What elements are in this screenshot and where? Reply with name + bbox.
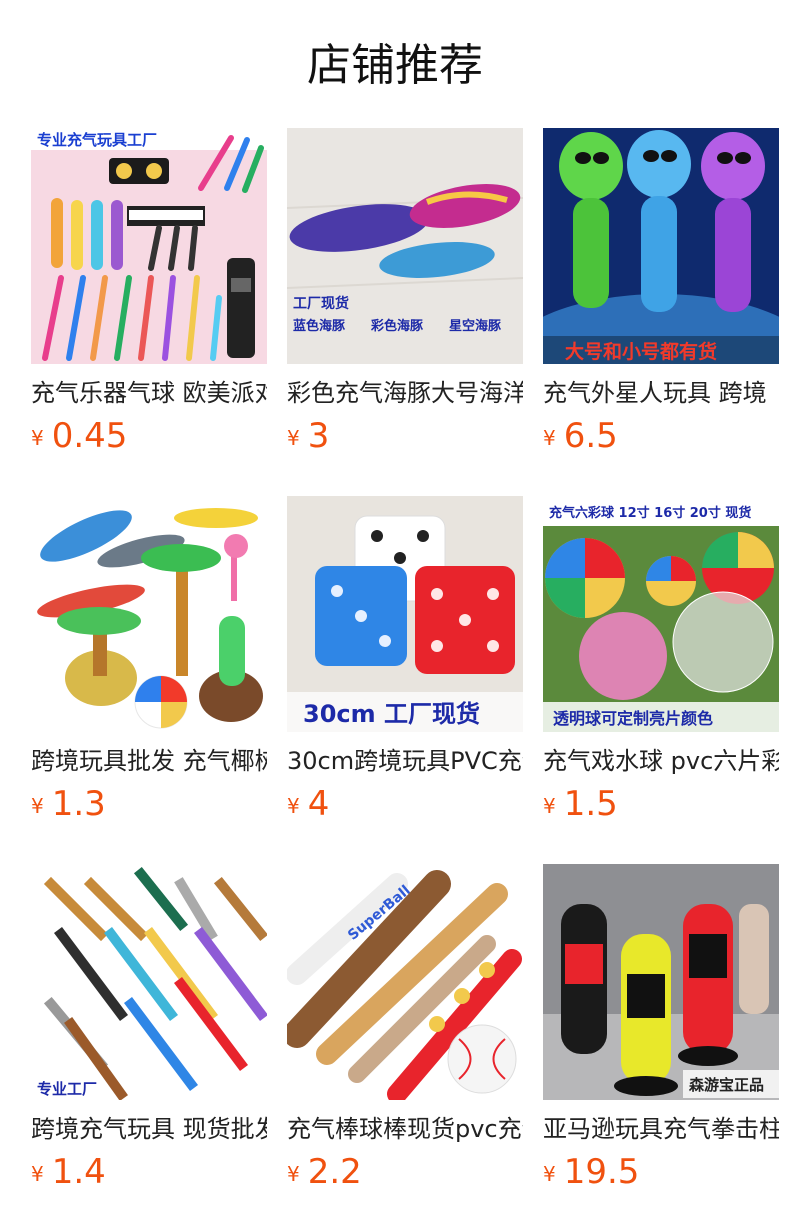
price-value: 0.45 bbox=[51, 416, 128, 456]
price-value: 3 bbox=[307, 416, 330, 456]
product-card[interactable]: 专业充气玩具工厂 充气乐器气球 欧美派对 ¥ 0.45 bbox=[31, 128, 267, 464]
svg-text:充气六彩球 12寸 16寸 20寸 现货: 充气六彩球 12寸 16寸 20寸 现货 bbox=[549, 505, 751, 521]
product-name[interactable]: 跨境玩具批发 充气椰树 bbox=[31, 744, 267, 778]
currency-symbol: ¥ bbox=[31, 1162, 44, 1186]
product-price: ¥3 bbox=[287, 414, 523, 464]
product-grid: 专业充气玩具工厂 充气乐器气球 欧美派对 ¥ 0.45 工厂现货 蓝色海豚 彩色… bbox=[0, 0, 790, 1232]
product-price: ¥1.3 bbox=[31, 782, 267, 832]
currency-symbol: ¥ bbox=[287, 426, 300, 450]
price-value: 2.2 bbox=[307, 1152, 362, 1192]
svg-text:大号和小号都有货: 大号和小号都有货 bbox=[565, 340, 717, 363]
punching-bags-image: 森游宝正品 bbox=[543, 864, 779, 1100]
swords-image: 专业工厂 bbox=[31, 864, 267, 1100]
product-card[interactable]: 大号和小号都有货 充气外星人玩具 跨境 ¥6.5 bbox=[543, 128, 779, 464]
aliens-image: 大号和小号都有货 bbox=[543, 128, 779, 364]
product-image[interactable]: SuperBall bbox=[287, 864, 523, 1100]
product-card[interactable]: 跨境玩具批发 充气椰树 ¥1.3 bbox=[31, 496, 267, 832]
price-value: 19.5 bbox=[563, 1152, 640, 1192]
product-image[interactable]: 工厂现货 蓝色海豚 彩色海豚 星空海豚 bbox=[287, 128, 523, 364]
price-value: 6.5 bbox=[563, 416, 618, 456]
product-name[interactable]: 30cm跨境玩具PVC充气 bbox=[287, 744, 523, 778]
dolphins-image: 工厂现货 蓝色海豚 彩色海豚 星空海豚 bbox=[287, 128, 523, 364]
currency-symbol: ¥ bbox=[543, 794, 556, 818]
svg-text:透明球可定制亮片颜色: 透明球可定制亮片颜色 bbox=[553, 709, 713, 728]
currency-symbol: ¥ bbox=[31, 794, 44, 818]
product-card[interactable]: SuperBall 充气棒球棒现货pvc充气 ¥2.2 bbox=[287, 864, 523, 1200]
svg-text:蓝色海豚: 蓝色海豚 bbox=[293, 318, 346, 334]
product-image[interactable]: 充气六彩球 12寸 16寸 20寸 现货 透明球可定制亮片颜色 bbox=[543, 496, 779, 732]
instruments-image: 专业充气玩具工厂 bbox=[31, 128, 267, 364]
product-image[interactable]: 森游宝正品 bbox=[543, 864, 779, 1100]
currency-symbol: ¥ bbox=[287, 794, 300, 818]
product-card[interactable]: 30cm 工厂现货 30cm跨境玩具PVC充气 ¥4 bbox=[287, 496, 523, 832]
product-image[interactable]: 专业工厂 bbox=[31, 864, 267, 1100]
product-price: ¥1.4 bbox=[31, 1150, 267, 1200]
product-name[interactable]: 亚马逊玩具充气拳击柱 bbox=[543, 1112, 779, 1146]
svg-text:星空海豚: 星空海豚 bbox=[449, 318, 502, 334]
price-value: 1.3 bbox=[51, 784, 106, 824]
product-image[interactable] bbox=[31, 496, 267, 732]
beach-balls-image: 充气六彩球 12寸 16寸 20寸 现货 透明球可定制亮片颜色 bbox=[543, 496, 779, 732]
currency-symbol: ¥ bbox=[31, 426, 44, 450]
product-price: ¥2.2 bbox=[287, 1150, 523, 1200]
svg-text:专业充气玩具工厂: 专业充气玩具工厂 bbox=[37, 131, 157, 149]
product-card[interactable]: 工厂现货 蓝色海豚 彩色海豚 星空海豚 彩色充气海豚大号海洋 ¥3 bbox=[287, 128, 523, 464]
product-image[interactable]: 大号和小号都有货 bbox=[543, 128, 779, 364]
svg-text:森游宝正品: 森游宝正品 bbox=[689, 1076, 764, 1094]
product-name[interactable]: 跨境充气玩具 现货批发 bbox=[31, 1112, 267, 1146]
product-card[interactable]: 专业工厂 跨境充气玩具 现货批发 ¥1.4 bbox=[31, 864, 267, 1200]
product-name[interactable]: 充气棒球棒现货pvc充气 bbox=[287, 1112, 523, 1146]
tropical-toys-image bbox=[31, 496, 267, 732]
product-price: ¥6.5 bbox=[543, 414, 779, 464]
price-value: 4 bbox=[307, 784, 330, 824]
price-value: 1.4 bbox=[51, 1152, 106, 1192]
svg-text:专业工厂: 专业工厂 bbox=[37, 1080, 97, 1098]
product-price: ¥4 bbox=[287, 782, 523, 832]
product-image[interactable]: 30cm 工厂现货 bbox=[287, 496, 523, 732]
currency-symbol: ¥ bbox=[543, 1162, 556, 1186]
product-price: ¥1.5 bbox=[543, 782, 779, 832]
product-card[interactable]: 森游宝正品 亚马逊玩具充气拳击柱 ¥19.5 bbox=[543, 864, 779, 1200]
currency-symbol: ¥ bbox=[287, 1162, 300, 1186]
product-card[interactable]: 充气六彩球 12寸 16寸 20寸 现货 透明球可定制亮片颜色 充气戏水球 pv… bbox=[543, 496, 779, 832]
product-name[interactable]: 充气外星人玩具 跨境 bbox=[543, 376, 779, 410]
currency-symbol: ¥ bbox=[543, 426, 556, 450]
baseball-bats-image: SuperBall bbox=[287, 864, 523, 1100]
svg-text:工厂现货: 工厂现货 bbox=[293, 295, 349, 312]
product-name[interactable]: 充气乐器气球 欧美派对 bbox=[31, 376, 267, 410]
product-name[interactable]: 充气戏水球 pvc六片彩 bbox=[543, 744, 779, 778]
product-name[interactable]: 彩色充气海豚大号海洋 bbox=[287, 376, 523, 410]
product-price: ¥19.5 bbox=[543, 1150, 779, 1200]
price-value: 1.5 bbox=[563, 784, 618, 824]
product-price: ¥0.45 bbox=[31, 414, 267, 464]
svg-text:30cm 工厂现货: 30cm 工厂现货 bbox=[303, 700, 480, 728]
dice-image: 30cm 工厂现货 bbox=[287, 496, 523, 732]
svg-text:彩色海豚: 彩色海豚 bbox=[370, 318, 424, 334]
product-image[interactable]: 专业充气玩具工厂 bbox=[31, 128, 267, 364]
